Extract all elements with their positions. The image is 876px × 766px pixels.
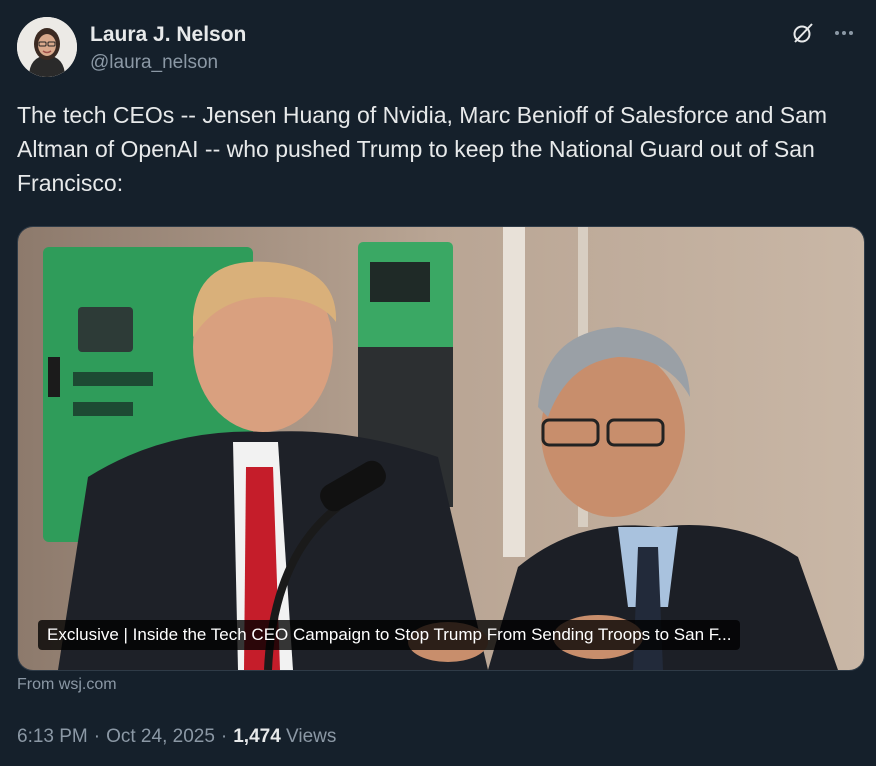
tweet-date[interactable]: Oct 24, 2025 xyxy=(106,726,215,747)
link-card-source[interactable]: From wsj.com xyxy=(17,676,117,694)
tweet-meta: 6:13 PM · Oct 24, 2025 · 1,474 Views xyxy=(17,726,336,748)
views-count: 1,474 xyxy=(233,726,281,747)
tweet-text: The tech CEOs -- Jensen Huang of Nvidia,… xyxy=(17,102,828,196)
link-card-caption[interactable]: Exclusive | Inside the Tech CEO Campaign… xyxy=(38,620,741,650)
header-actions xyxy=(791,21,855,50)
more-icon[interactable] xyxy=(833,22,855,49)
meta-separator: · xyxy=(220,726,228,747)
tweet-time[interactable]: 6:13 PM xyxy=(17,726,88,747)
news-photo xyxy=(18,227,864,670)
avatar[interactable] xyxy=(17,17,77,77)
author-display-name[interactable]: Laura J. Nelson xyxy=(90,23,246,47)
profile-photo-icon xyxy=(17,17,77,77)
meta-separator: · xyxy=(93,726,101,747)
author-handle[interactable]: @laura_nelson xyxy=(90,51,246,75)
views-label: Views xyxy=(286,726,337,747)
tweet-header: Laura J. Nelson @laura_nelson xyxy=(17,17,859,79)
author-names: Laura J. Nelson @laura_nelson xyxy=(90,23,246,75)
link-card-image[interactable] xyxy=(17,226,865,671)
grok-icon[interactable] xyxy=(791,21,815,50)
